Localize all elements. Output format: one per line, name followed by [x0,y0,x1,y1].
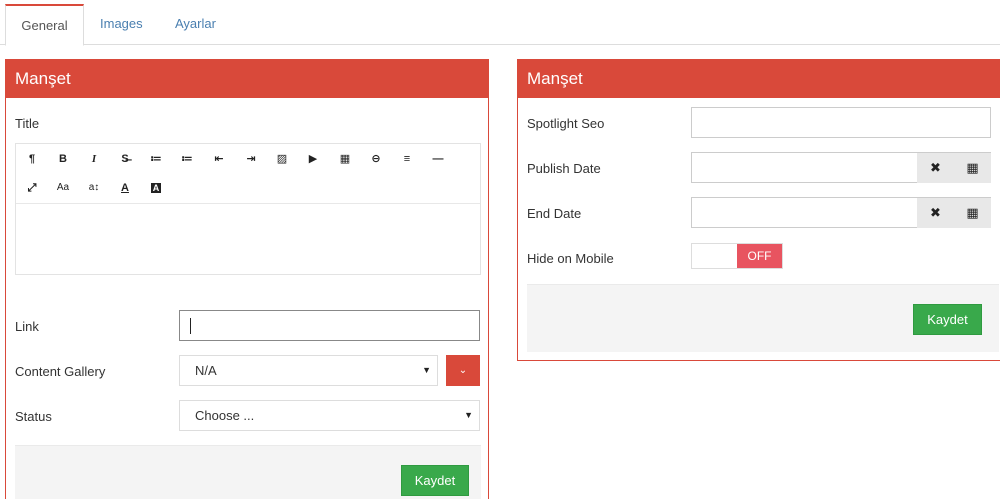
table-icon[interactable]: ▦ [334,148,356,170]
status-select[interactable]: Choose ... ▼ [179,400,480,431]
toggle-off-state: OFF [737,244,782,268]
unordered-list-icon[interactable]: ≔ [145,148,167,170]
title-label: Title [15,116,40,131]
clear-icon[interactable]: ✖ [917,198,954,228]
status-label: Status [15,409,52,424]
end-date-label: End Date [527,206,582,221]
tab-ayarlar[interactable]: Ayarlar [175,4,216,45]
calendar-icon[interactable]: ▦ [954,153,991,183]
title-editor[interactable]: ¶ B I S̶ ≔ ≔ ⇤ ⇥ ▨ ▶ ▦ ⊖ ≡ — ⤢ Aa a↕ A A [15,143,481,275]
publish-date-input[interactable]: ✖ ▦ [691,152,991,183]
horizontal-rule-icon[interactable]: — [427,148,449,170]
left-panel: Manşet Title ¶ B I S̶ ≔ ≔ ⇤ ⇥ ▨ ▶ ▦ ⊖ ≡ … [5,59,489,499]
image-icon[interactable]: ▨ [271,148,293,170]
content-gallery-value: N/A [195,363,217,378]
outdent-icon[interactable]: ⇤ [208,148,230,170]
link-label: Link [15,319,39,334]
font-size-icon[interactable]: Aa [52,177,74,199]
background-color-icon[interactable]: A [145,177,167,199]
hide-on-mobile-toggle[interactable]: OFF [691,243,783,269]
left-panel-footer: Kaydet [15,445,481,499]
right-panel-title: Manşet [518,60,1000,98]
fullscreen-icon[interactable]: ⤢ [21,177,43,199]
clear-icon[interactable]: ✖ [917,153,954,183]
chevron-down-icon: ▼ [464,410,473,420]
link-input[interactable] [179,310,480,341]
italic-icon[interactable]: I [83,148,105,170]
paragraph-icon[interactable]: ¶ [21,148,43,170]
strikethrough-icon[interactable]: S̶ [114,148,136,170]
publish-date-label: Publish Date [527,161,601,176]
content-gallery-label: Content Gallery [15,364,106,379]
end-date-input[interactable]: ✖ ▦ [691,197,991,228]
editor-toolbar: ¶ B I S̶ ≔ ≔ ⇤ ⇥ ▨ ▶ ▦ ⊖ ≡ — ⤢ Aa a↕ A A [16,144,480,204]
align-icon[interactable]: ≡ [396,148,418,170]
gallery-dropdown-button[interactable]: ⌄ [446,355,480,386]
tab-bar: General Images Ayarlar [0,0,1000,46]
calendar-icon[interactable]: ▦ [954,198,991,228]
hide-on-mobile-label: Hide on Mobile [527,251,614,266]
tab-images[interactable]: Images [100,4,143,45]
right-panel-footer: Kaydet [527,284,999,352]
chevron-down-icon: ⌄ [458,365,468,376]
save-button[interactable]: Kaydet [913,304,982,335]
link-icon[interactable]: ⊖ [365,148,387,170]
chevron-down-icon: ▼ [422,365,431,375]
indent-icon[interactable]: ⇥ [240,148,262,170]
text-caret [190,318,191,334]
ordered-list-icon[interactable]: ≔ [176,148,198,170]
font-color-icon[interactable]: A [114,177,136,199]
line-height-icon[interactable]: a↕ [83,177,105,199]
background-color-glyph: A [150,183,162,193]
content-gallery-select[interactable]: N/A ▼ [179,355,438,386]
spotlight-seo-label: Spotlight Seo [527,116,605,131]
tab-general[interactable]: General [5,4,84,46]
save-button[interactable]: Kaydet [401,465,469,496]
right-panel: Manşet Spotlight Seo Publish Date ✖ ▦ En… [517,59,1000,361]
status-value: Choose ... [195,408,255,423]
spotlight-seo-input[interactable] [691,107,991,138]
bold-icon[interactable]: B [52,148,74,170]
video-icon[interactable]: ▶ [302,148,324,170]
left-panel-title: Manşet [6,60,488,98]
